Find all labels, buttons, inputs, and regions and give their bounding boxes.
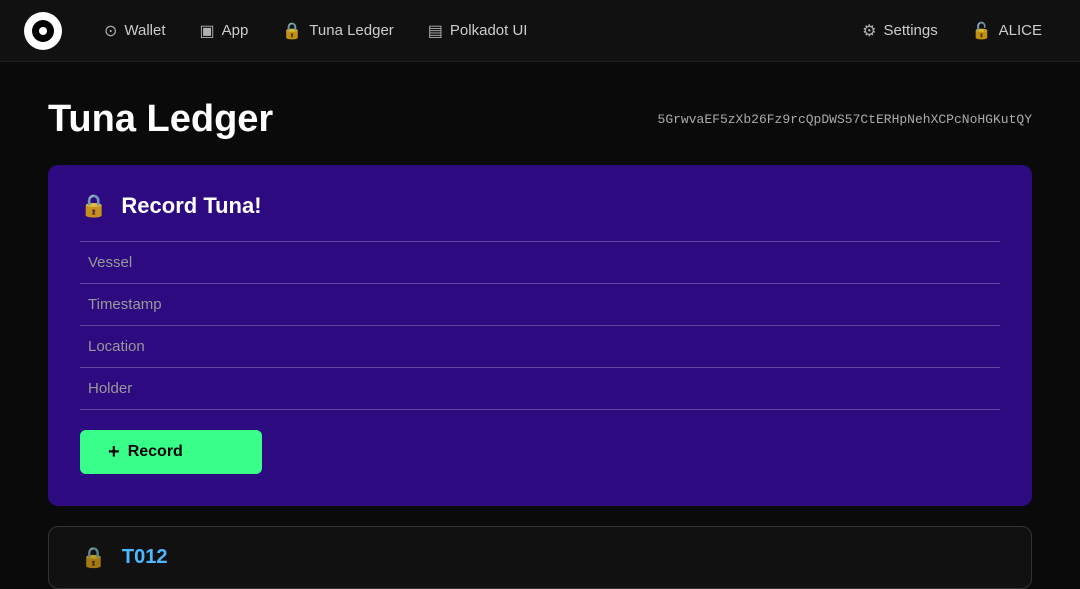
logo-inner — [32, 20, 54, 42]
bottom-record-id[interactable]: T012 — [122, 546, 168, 569]
nav-item-alice[interactable]: 🔓 ALICE — [958, 13, 1056, 49]
polkadot-ui-icon: ▤ — [428, 21, 443, 41]
nav-item-tuna-ledger[interactable]: 🔒 Tuna Ledger — [268, 13, 407, 49]
location-input[interactable] — [80, 326, 1000, 368]
page-header: Tuna Ledger 5GrwvaEF5zXb26Fz9rcQpDWS57Ct… — [48, 98, 1032, 141]
record-label: Record — [128, 443, 183, 461]
vessel-input[interactable] — [80, 241, 1000, 284]
timestamp-input[interactable] — [80, 284, 1000, 326]
nav-label-polkadot-ui: Polkadot UI — [450, 22, 528, 39]
main-content: Tuna Ledger 5GrwvaEF5zXb26Fz9rcQpDWS57Ct… — [0, 62, 1080, 589]
nav-item-app[interactable]: ▣ App — [186, 13, 263, 49]
record-tuna-card: 🔒 Record Tuna! + Record — [48, 165, 1032, 506]
nav-left: ⊙ Wallet ▣ App 🔒 Tuna Ledger ▤ Polkadot … — [90, 13, 848, 49]
navbar: ⊙ Wallet ▣ App 🔒 Tuna Ledger ▤ Polkadot … — [0, 0, 1080, 62]
nav-item-wallet[interactable]: ⊙ Wallet — [90, 13, 180, 49]
logo[interactable] — [24, 12, 62, 50]
tuna-ledger-lock-icon: 🔒 — [282, 21, 302, 41]
card-title: Record Tuna! — [121, 193, 261, 219]
nav-label-wallet: Wallet — [124, 22, 165, 39]
wallet-icon: ⊙ — [104, 21, 117, 41]
nav-label-app: App — [222, 22, 249, 39]
card-lock-icon: 🔒 — [80, 193, 107, 219]
bottom-card: 🔒 T012 — [48, 526, 1032, 589]
nav-item-settings[interactable]: ⚙ Settings — [848, 13, 952, 49]
bottom-lock-icon: 🔒 — [81, 545, 106, 570]
app-icon: ▣ — [200, 21, 215, 41]
page-title: Tuna Ledger — [48, 98, 273, 141]
record-plus-icon: + — [108, 442, 120, 462]
nav-label-alice: ALICE — [999, 22, 1042, 39]
nav-right: ⚙ Settings 🔓 ALICE — [848, 13, 1056, 49]
record-button[interactable]: + Record — [80, 430, 262, 474]
holder-input[interactable] — [80, 368, 1000, 410]
nav-label-tuna-ledger: Tuna Ledger — [309, 22, 394, 39]
page-address: 5GrwvaEF5zXb26Fz9rcQpDWS57CtERHpNehXCPcN… — [658, 112, 1032, 127]
settings-icon: ⚙ — [862, 21, 876, 41]
form-fields — [80, 241, 1000, 410]
card-header: 🔒 Record Tuna! — [80, 193, 1000, 219]
logo-dot — [39, 27, 47, 35]
nav-item-polkadot-ui[interactable]: ▤ Polkadot UI — [414, 13, 542, 49]
alice-lock-icon: 🔓 — [972, 21, 992, 41]
nav-label-settings: Settings — [884, 22, 938, 39]
